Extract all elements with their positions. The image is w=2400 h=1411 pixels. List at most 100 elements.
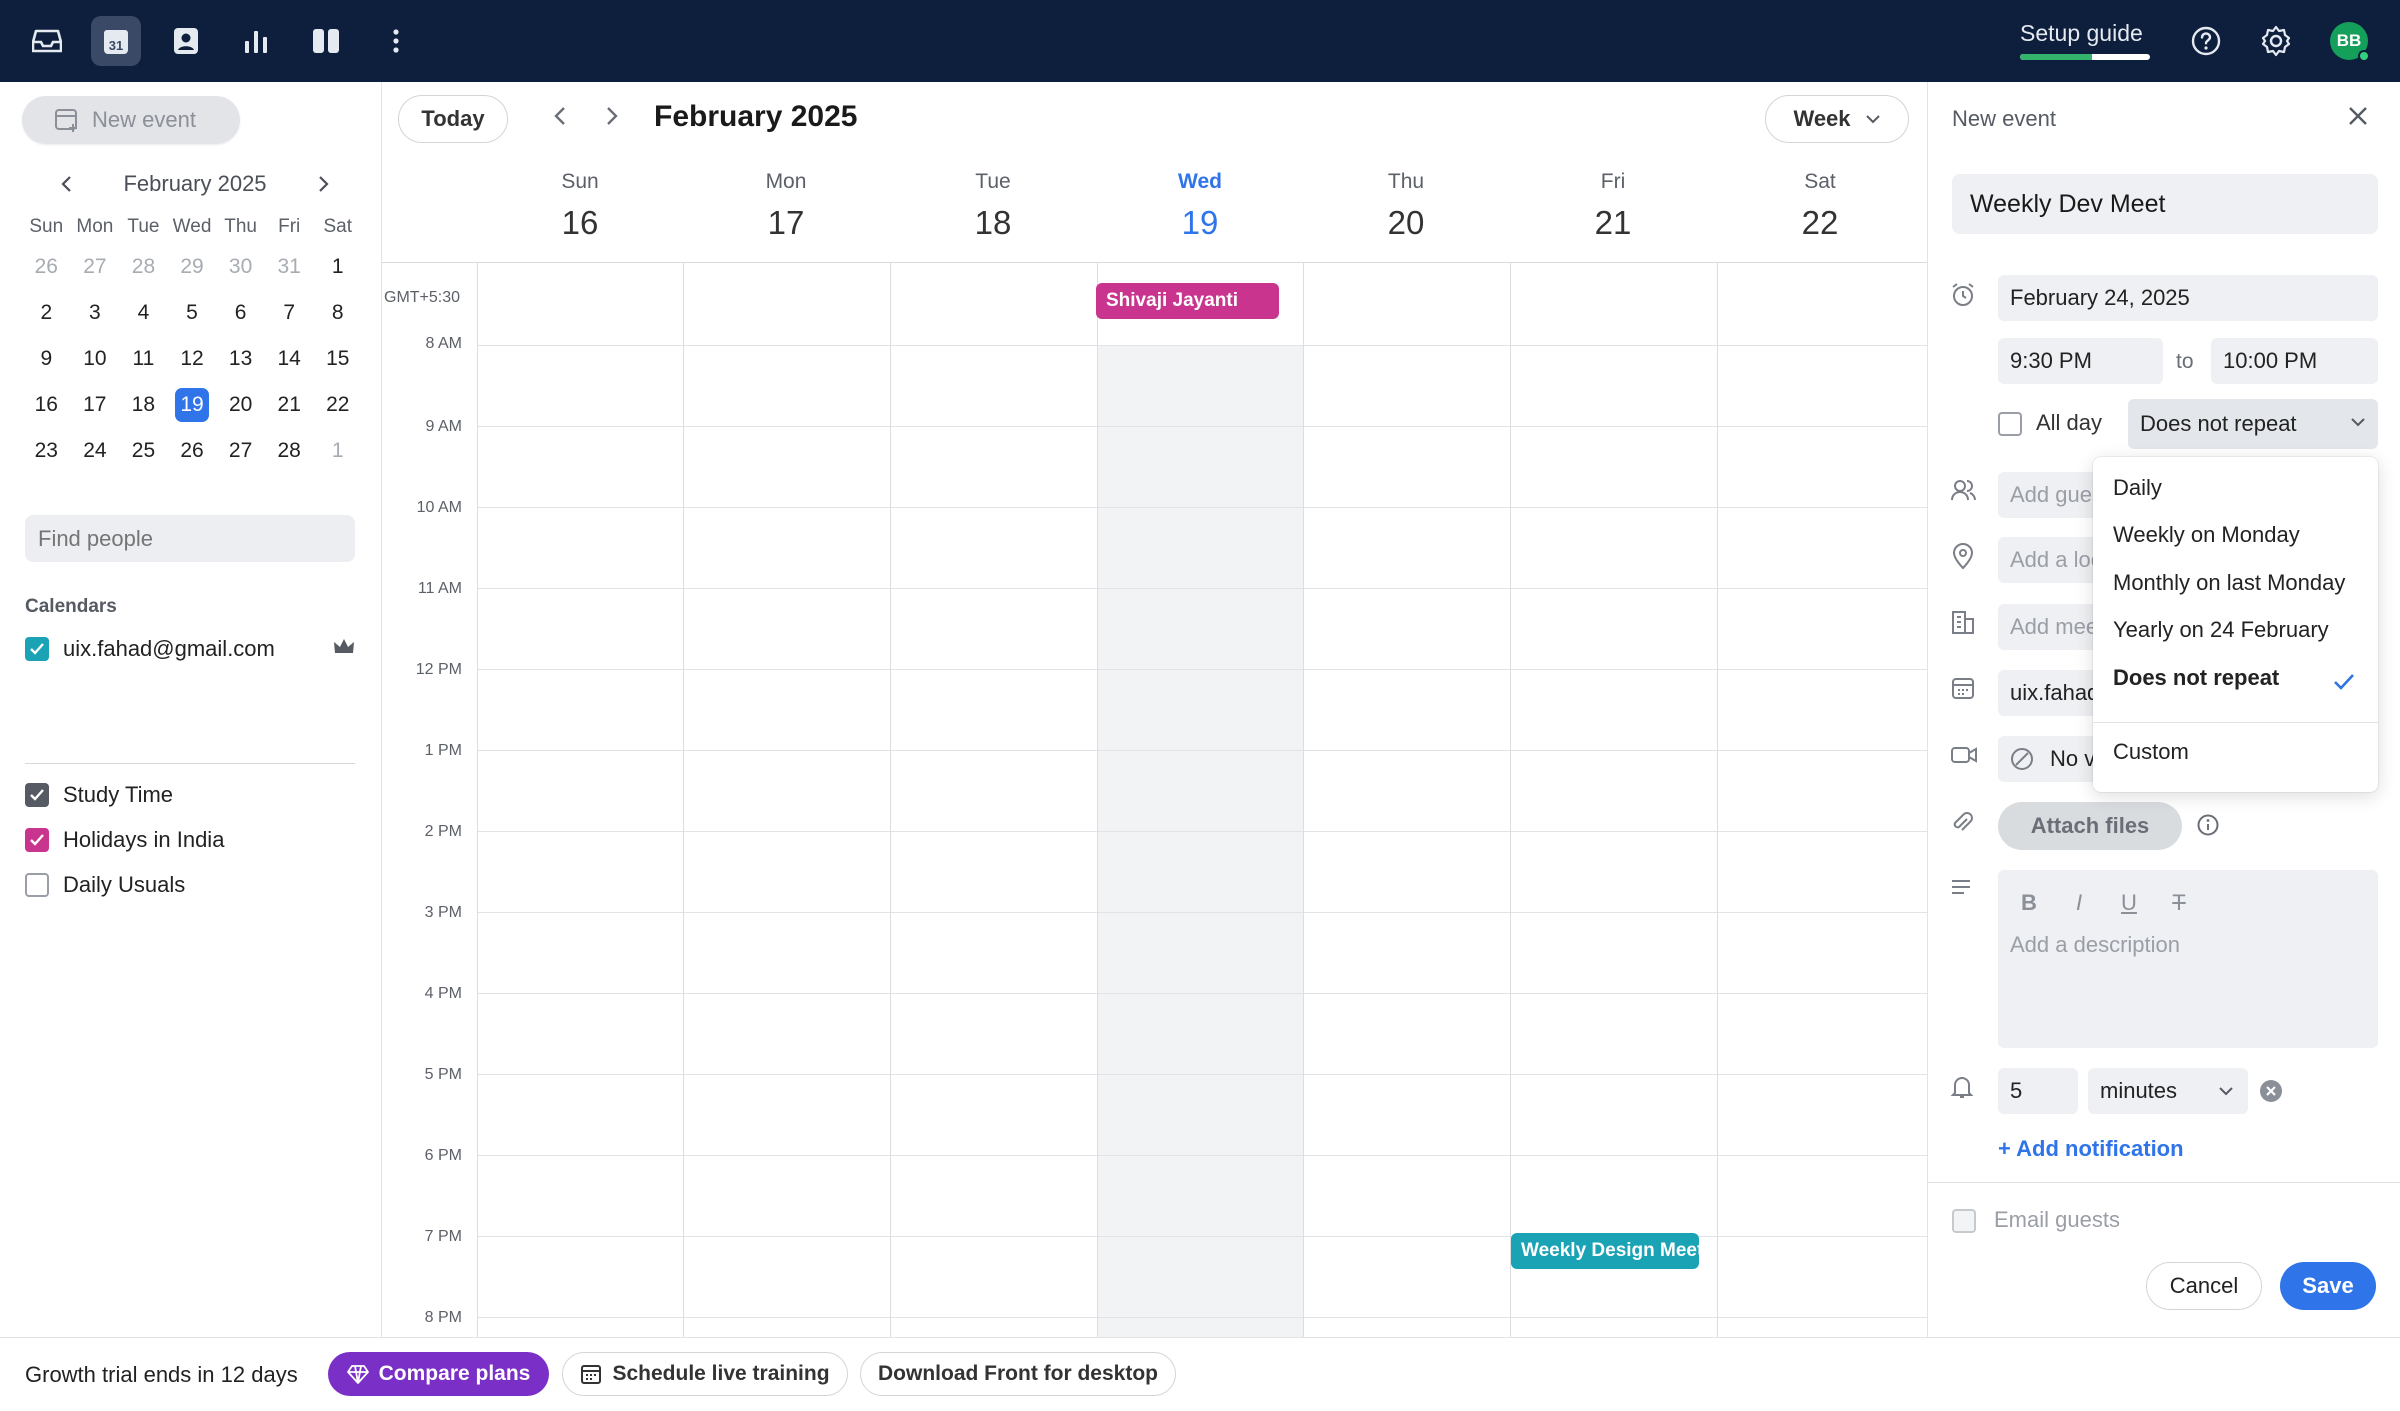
mini-next-month-chevron-right-icon[interactable]: [316, 175, 330, 193]
previous-week-chevron-left-icon[interactable]: [552, 104, 568, 128]
today-button[interactable]: Today: [398, 95, 508, 143]
mini-day[interactable]: 12: [168, 347, 217, 371]
mini-day[interactable]: 13: [216, 347, 265, 371]
day-header[interactable]: Fri 21: [1510, 170, 1716, 242]
day-header[interactable]: Tue 18: [890, 170, 1096, 242]
add-location-input[interactable]: Add a location: [1998, 537, 2098, 583]
clear-format-button[interactable]: T: [2160, 886, 2198, 920]
mini-day[interactable]: 31: [265, 255, 314, 279]
setup-guide-link[interactable]: Setup guide: [2020, 20, 2143, 47]
mini-day[interactable]: 26: [22, 255, 71, 279]
view-select-dropdown[interactable]: Week: [1765, 95, 1909, 143]
mini-day[interactable]: 28: [119, 255, 168, 279]
day-header[interactable]: Mon 17: [683, 170, 889, 242]
settings-gear-icon[interactable]: [2259, 24, 2293, 58]
mini-day[interactable]: 18: [119, 393, 168, 417]
event-date-input[interactable]: February 24, 2025: [1998, 275, 2378, 321]
find-people-input[interactable]: [25, 515, 355, 562]
all-day-checkbox[interactable]: [1998, 412, 2022, 436]
time-grid[interactable]: GMT+5:30 8 AM 9 AM 10 AM 11 AM 12 PM 1 P…: [382, 262, 1927, 1337]
calendar-checkbox[interactable]: [25, 783, 49, 807]
new-event-button[interactable]: New event: [22, 96, 240, 144]
mini-day[interactable]: 10: [71, 347, 120, 371]
schedule-training-button[interactable]: Schedule live training: [562, 1352, 848, 1396]
mini-day[interactable]: 9: [22, 347, 71, 371]
mini-day[interactable]: 21: [265, 393, 314, 417]
mini-day[interactable]: 2: [22, 301, 71, 325]
add-guests-input[interactable]: Add guests: [1998, 472, 2098, 518]
repeat-option-custom[interactable]: Custom: [2113, 739, 2189, 765]
start-time-input[interactable]: 9:30 PM: [1998, 338, 2163, 384]
mini-day[interactable]: 25: [119, 439, 168, 463]
event-title-input[interactable]: Weekly Dev Meet: [1952, 174, 2378, 234]
end-time-input[interactable]: 10:00 PM: [2211, 338, 2378, 384]
description-editor[interactable]: B I U T Add a description: [1998, 870, 2378, 1048]
day-header[interactable]: Thu 20: [1303, 170, 1509, 242]
day-header[interactable]: Sat 22: [1717, 170, 1923, 242]
add-notification-link[interactable]: + Add notification: [1998, 1136, 2184, 1162]
mini-day[interactable]: 30: [216, 255, 265, 279]
calendar-checkbox[interactable]: [25, 637, 49, 661]
mini-day[interactable]: 14: [265, 347, 314, 371]
day-header[interactable]: Sun 16: [477, 170, 683, 242]
attach-files-button[interactable]: Attach files: [1998, 802, 2182, 850]
mini-day[interactable]: 22: [313, 393, 362, 417]
event-shivaji-jayanti[interactable]: Shivaji Jayanti: [1096, 283, 1279, 319]
day-header-today[interactable]: Wed 19: [1097, 170, 1303, 242]
add-meeting-room-input[interactable]: Add meeting room: [1998, 604, 2098, 650]
mini-day[interactable]: 1: [313, 439, 362, 463]
notification-amount-input[interactable]: 5: [1998, 1068, 2078, 1114]
notification-unit-select[interactable]: minutes: [2088, 1068, 2248, 1114]
more-icon[interactable]: [371, 16, 421, 66]
contacts-icon[interactable]: [161, 16, 211, 66]
mini-day[interactable]: 29: [168, 255, 217, 279]
close-icon[interactable]: [2346, 104, 2370, 128]
info-icon[interactable]: [2196, 813, 2220, 837]
next-week-chevron-right-icon[interactable]: [604, 104, 620, 128]
event-weekly-design-meeting[interactable]: Weekly Design Meeting: [1511, 1233, 1699, 1269]
mini-day[interactable]: 4: [119, 301, 168, 325]
repeat-option-daily[interactable]: Daily: [2113, 475, 2162, 501]
mini-day[interactable]: 6: [216, 301, 265, 325]
calendar-item-uix-fahad[interactable]: uix.fahad@gmail.com: [25, 636, 355, 662]
video-call-select[interactable]: No video call: [1998, 736, 2098, 782]
repeat-select-dropdown[interactable]: Does not repeat: [2128, 399, 2378, 449]
mini-day[interactable]: 5: [168, 301, 217, 325]
inbox-icon[interactable]: [22, 16, 72, 66]
download-desktop-button[interactable]: Download Front for desktop: [860, 1352, 1176, 1396]
calendar-checkbox[interactable]: [25, 828, 49, 852]
mini-day[interactable]: 8: [313, 301, 362, 325]
mini-day[interactable]: 1: [313, 255, 362, 279]
calendar-icon[interactable]: 31: [91, 16, 141, 66]
repeat-option-weekly[interactable]: Weekly on Monday: [2113, 522, 2300, 548]
mini-day[interactable]: 24: [71, 439, 120, 463]
calendar-item-study-time[interactable]: Study Time: [25, 782, 173, 808]
repeat-option-does-not-repeat[interactable]: Does not repeat: [2113, 665, 2279, 691]
mini-day[interactable]: 20: [216, 393, 265, 417]
analytics-icon[interactable]: [231, 16, 281, 66]
mini-day[interactable]: 27: [216, 439, 265, 463]
mini-day[interactable]: 27: [71, 255, 120, 279]
layout-icon[interactable]: [301, 16, 351, 66]
cancel-button[interactable]: Cancel: [2146, 1262, 2262, 1310]
underline-button[interactable]: U: [2110, 886, 2148, 920]
bold-button[interactable]: B: [2010, 886, 2048, 920]
mini-day[interactable]: 15: [313, 347, 362, 371]
mini-day[interactable]: 16: [22, 393, 71, 417]
remove-notification-icon[interactable]: [2258, 1078, 2284, 1104]
repeat-option-yearly[interactable]: Yearly on 24 February: [2113, 617, 2329, 643]
email-guests-checkbox[interactable]: [1952, 1209, 1976, 1233]
mini-day-today[interactable]: 19: [175, 388, 209, 422]
mini-day[interactable]: 26: [168, 439, 217, 463]
repeat-option-monthly[interactable]: Monthly on last Monday: [2113, 570, 2345, 596]
mini-day[interactable]: 7: [265, 301, 314, 325]
mini-prev-month-chevron-left-icon[interactable]: [60, 175, 74, 193]
mini-day[interactable]: 28: [265, 439, 314, 463]
mini-day[interactable]: 3: [71, 301, 120, 325]
mini-day[interactable]: 17: [71, 393, 120, 417]
mini-day[interactable]: 23: [22, 439, 71, 463]
save-button[interactable]: Save: [2280, 1262, 2376, 1310]
calendar-select[interactable]: uix.fahad@gmail.com: [1998, 670, 2098, 716]
calendar-checkbox[interactable]: [25, 873, 49, 897]
mini-day[interactable]: 11: [119, 347, 168, 371]
